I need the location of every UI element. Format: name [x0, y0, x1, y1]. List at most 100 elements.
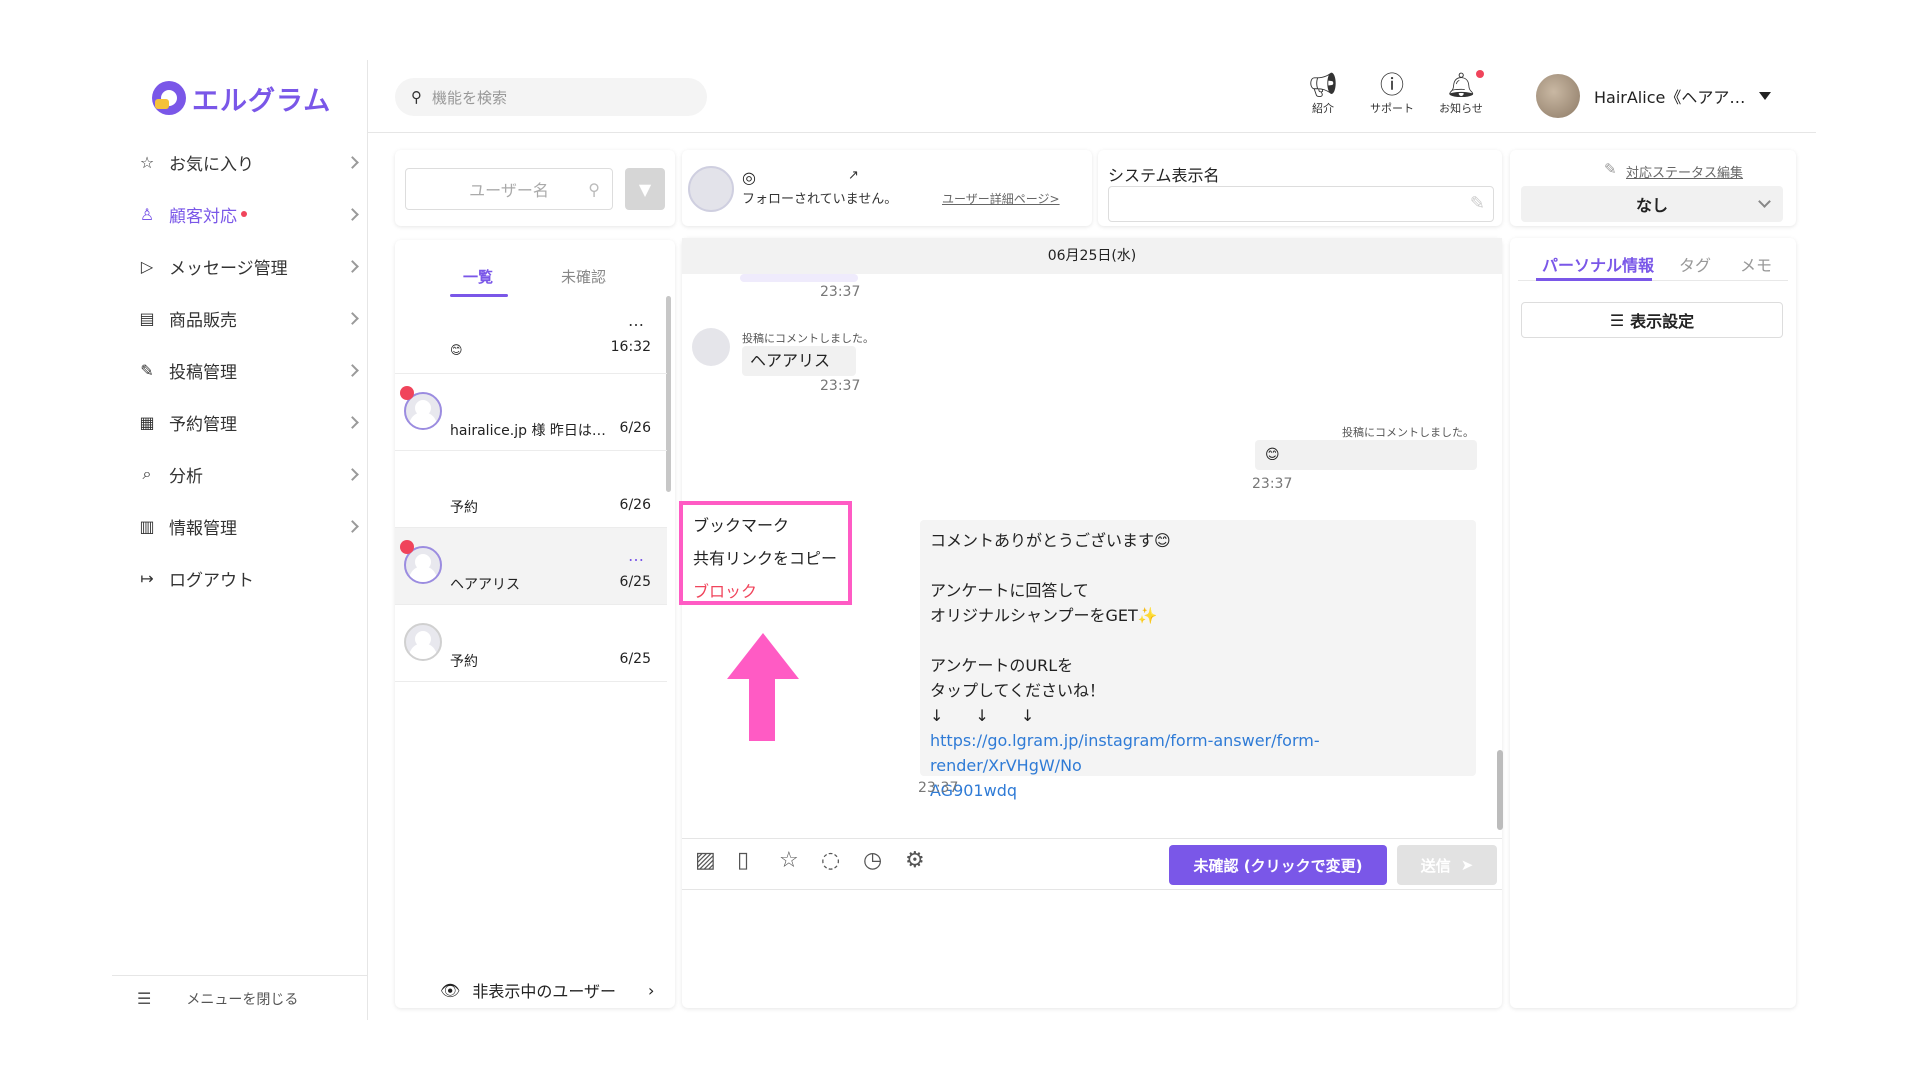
- account-menu[interactable]: HairAlice《ヘアア…: [1536, 74, 1772, 118]
- close-menu-button[interactable]: ☰ メニューを閉じる: [112, 975, 368, 1021]
- edit-icon: ✎: [1469, 193, 1485, 214]
- user-row-preview: 😊: [450, 343, 463, 357]
- user-info-panel: [1510, 238, 1796, 1008]
- sidebar-item-reservations[interactable]: ▦ 予約管理: [137, 407, 359, 437]
- sidebar-item-customer-support[interactable]: ♙ 顧客対応: [137, 199, 359, 229]
- message-line: アンケートに回答して: [930, 581, 1089, 600]
- unread-dot: [400, 386, 414, 400]
- send-label: 送信: [1420, 856, 1451, 875]
- avatar: [404, 623, 442, 661]
- instagram-icon: ◎: [742, 168, 756, 187]
- message-bubble[interactable]: コメントありがとうございます😊 アンケートに回答して オリジナルシャンプーをGE…: [920, 520, 1476, 800]
- sidebar-item-label: 商品販売: [169, 310, 237, 331]
- search-placeholder: 機能を検索: [432, 88, 508, 107]
- sidebar-item-posts[interactable]: ✎ 投稿管理: [137, 355, 359, 385]
- menu-item-copy-link[interactable]: 共有リンクをコピー: [693, 542, 838, 575]
- user-row-preview: ヘアアリス: [450, 577, 520, 593]
- message-bubble[interactable]: 😊: [1255, 440, 1477, 470]
- sidebar-item-analytics[interactable]: ⌕ 分析: [137, 459, 359, 489]
- search-icon: ⚲: [411, 88, 422, 106]
- sidebar-item-messages[interactable]: ▷ メッセージ管理: [137, 251, 359, 281]
- display-settings-label: 表示設定: [1630, 312, 1695, 331]
- user-row[interactable]: … 😊 16:32: [395, 297, 667, 374]
- support-label: サポート: [1370, 102, 1414, 115]
- sidebar-item-label: 分析: [169, 466, 203, 487]
- message-line: ↓ ↓ ↓: [930, 706, 1035, 725]
- message-textarea[interactable]: [682, 892, 1502, 1002]
- edit-status-link[interactable]: 対応ステータス編集: [1626, 162, 1743, 181]
- menu-item-block[interactable]: ブロック: [693, 575, 838, 608]
- highlight-arrow-icon: [727, 633, 799, 679]
- menu-item-bookmark[interactable]: ブックマーク: [693, 509, 838, 542]
- sidebar-item-label: お気に入り: [169, 154, 254, 175]
- support-button[interactable]: ⓘ サポート: [1362, 70, 1422, 116]
- user-row[interactable]: 予約 6/26: [395, 451, 667, 528]
- sidebar-item-label: 情報管理: [169, 518, 237, 539]
- edit-icon: ✎: [1604, 160, 1617, 178]
- tab-unconfirmed[interactable]: 未確認: [561, 266, 606, 287]
- username-search-input[interactable]: ユーザー名 ⚲: [405, 168, 613, 210]
- user-row[interactable]: hairalice.jp 様 昨日は… 6/26: [395, 374, 667, 451]
- sidebar-item-logout[interactable]: ↦ ログアウト: [137, 563, 357, 593]
- user-row[interactable]: 予約 6/25: [395, 605, 667, 682]
- sidebar-item-label: ログアウト: [169, 570, 254, 591]
- user-row-preview: 予約: [450, 500, 478, 516]
- message-link[interactable]: AG901wdq: [930, 778, 1466, 803]
- chat-date-separator: 06月25日(水): [682, 238, 1502, 274]
- referral-label: 紹介: [1312, 102, 1334, 115]
- system-name-input[interactable]: ✎: [1108, 186, 1494, 222]
- user-row-selected[interactable]: … ヘアアリス 6/25: [395, 528, 667, 605]
- sidebar-item-info[interactable]: ▥ 情報管理: [137, 511, 359, 541]
- unread-dot: [400, 540, 414, 554]
- search-icon: ⚲: [588, 179, 600, 199]
- image-icon[interactable]: ▨: [695, 848, 716, 873]
- more-icon[interactable]: …: [628, 311, 645, 330]
- list-icon: ☰: [1609, 310, 1625, 330]
- user-row-date: 6/26: [619, 497, 651, 513]
- filter-button[interactable]: ▼: [625, 168, 665, 210]
- eye-off-icon[interactable]: ◌: [821, 848, 840, 873]
- edit-icon: ✎: [140, 360, 154, 380]
- user-row-date: 6/25: [619, 574, 651, 590]
- message-line: オリジナルシャンプーをGET✨: [930, 606, 1158, 625]
- user-detail-link[interactable]: ユーザー詳細ページ>: [942, 190, 1060, 207]
- more-icon[interactable]: …: [628, 546, 645, 565]
- report-icon: ⌕: [142, 464, 152, 483]
- follow-status: フォローされていません。: [742, 192, 898, 207]
- chevron-right-icon: [346, 155, 359, 169]
- gear-icon[interactable]: ⚙: [905, 848, 925, 873]
- megaphone-icon: 📢︎: [1307, 71, 1339, 99]
- chat-scrollbar[interactable]: [1497, 750, 1503, 830]
- feature-search-input[interactable]: ⚲ 機能を検索: [395, 78, 707, 116]
- tab-personal-info[interactable]: パーソナル情報: [1542, 252, 1654, 276]
- message-line: コメントありがとうございます😊: [930, 531, 1171, 550]
- star-icon[interactable]: ☆: [779, 848, 799, 873]
- app-logo[interactable]: エルグラム: [152, 78, 331, 118]
- send-button[interactable]: 送信 ➤: [1397, 845, 1497, 885]
- send-icon: ▷: [140, 256, 154, 276]
- caret-down-icon: [1759, 92, 1772, 100]
- message-line: タップしてくださいね！: [930, 681, 1106, 700]
- sidebar-item-sales[interactable]: ▤ 商品販売: [137, 303, 359, 333]
- tab-tags[interactable]: タグ: [1679, 252, 1711, 276]
- display-settings-button[interactable]: ☰ 表示設定: [1521, 302, 1783, 338]
- message-caption: 投稿にコメントしました。: [1342, 426, 1474, 439]
- tab-memo[interactable]: メモ: [1740, 252, 1772, 276]
- message-bubble[interactable]: ヘアアリス: [742, 346, 856, 376]
- message-caption: 投稿にコメントしました。: [742, 332, 874, 345]
- timer-icon[interactable]: ◷: [863, 848, 882, 873]
- highlight-arrow-shaft: [749, 677, 775, 741]
- tab-all[interactable]: 一覧: [463, 266, 493, 287]
- hidden-users-link[interactable]: 👁︎ 非表示中のユーザー ›: [440, 978, 654, 1002]
- external-link-icon[interactable]: ↗: [848, 168, 859, 183]
- document-icon[interactable]: ▯: [737, 848, 749, 873]
- message-bubble[interactable]: [740, 274, 858, 282]
- chevron-right-icon: [346, 207, 359, 221]
- status-select[interactable]: なし: [1521, 186, 1783, 222]
- notifications-label: お知らせ: [1439, 102, 1483, 115]
- notification-dot: [1476, 70, 1484, 78]
- referral-button[interactable]: 📢︎ 紹介: [1293, 70, 1353, 116]
- message-link[interactable]: https://go.lgram.jp/instagram/form-answe…: [930, 728, 1466, 778]
- status-toggle-button[interactable]: 未確認 (クリックで変更): [1169, 845, 1387, 885]
- sidebar-item-favorites[interactable]: ☆ お気に入り: [137, 147, 359, 177]
